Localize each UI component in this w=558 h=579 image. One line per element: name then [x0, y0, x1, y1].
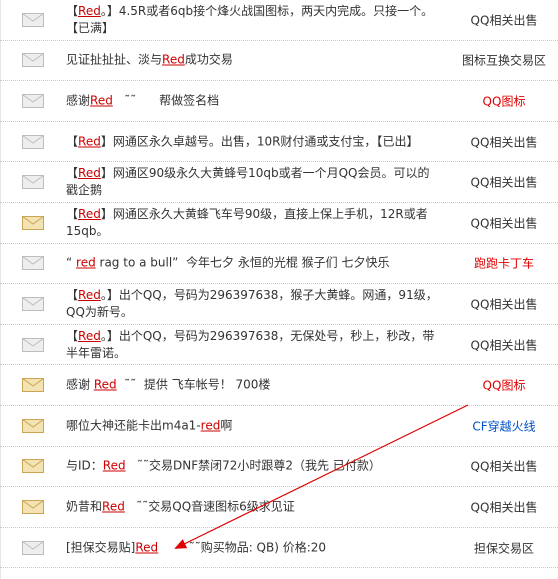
- title-text: 成功交易: [184, 52, 233, 67]
- thread-title[interactable]: 【Red】网通区永久大黄蜂飞车号90级，直接上保上手机，12R或者15qb。: [66, 206, 438, 240]
- thread-title[interactable]: 与ID：Red ˜˜交易DNF禁闭72小时跟尊2（我先 已付款）: [66, 458, 438, 475]
- thread-row[interactable]: 感谢 Red ˜˜ 提供 飞车帐号！ 700楼 QQ图标: [0, 365, 558, 406]
- envelope-icon: [22, 256, 44, 271]
- title-text: 奶昔和: [66, 499, 103, 514]
- thread-row[interactable]: 【Red】网通区永久卓越号。出售，10R财付通或支付宝，【已出】 QQ相关出售: [0, 122, 558, 163]
- category-label[interactable]: QQ相关出售: [450, 336, 558, 353]
- thread-row[interactable]: “ red rag to a bull” 今年七夕 永恒的光棍 猴子们 七夕快乐…: [0, 244, 558, 285]
- thread-title[interactable]: 见证扯扯扯、淡与Red成功交易: [66, 52, 438, 69]
- envelope-icon: [22, 175, 44, 190]
- title-text: 与ID：: [66, 458, 103, 473]
- category-label[interactable]: 担保交易区: [450, 539, 558, 556]
- category-label[interactable]: QQ相关出售: [450, 174, 558, 191]
- thread-row[interactable]: 【Red】网通区永久大黄蜂飞车号90级，直接上保上手机，12R或者15qb。 QQ…: [0, 203, 558, 244]
- title-text: 感谢: [66, 93, 91, 108]
- thread-row[interactable]: 【Red。】出个QQ，号码为296397638，猴子大黄蜂。网通，91级，QQ为…: [0, 284, 558, 325]
- category-label[interactable]: 跑跑卡丁车: [450, 255, 558, 272]
- category-label[interactable]: QQ相关出售: [450, 498, 558, 515]
- thread-row[interactable]: 奶昔和Red ˜˜交易QQ音速图标6级求见证 QQ相关出售: [0, 487, 558, 528]
- title-text: ˜˜交易QQ音速图标6级求见证: [124, 499, 295, 514]
- title-text: 感谢: [66, 377, 94, 392]
- envelope-icon: [22, 53, 44, 68]
- envelope-icon: [22, 499, 44, 514]
- title-text: ˜˜购买物品: QB) 价格:20: [158, 540, 327, 555]
- thread-title[interactable]: 感谢Red ˜˜ 帮做签名档: [66, 92, 438, 109]
- user-link[interactable]: Red: [103, 459, 126, 473]
- envelope-icon: [22, 459, 44, 474]
- user-link[interactable]: Red: [102, 499, 125, 513]
- thread-title[interactable]: 【Red。】出个QQ，号码为296397638，猴子大黄蜂。网通，91级，QQ为…: [66, 287, 438, 321]
- title-text: ˜˜ 提供 飞车帐号！ 700楼: [116, 377, 271, 392]
- envelope-icon: [22, 337, 44, 352]
- envelope-icon: [22, 540, 44, 555]
- category-label[interactable]: CF穿越火线: [450, 417, 558, 434]
- thread-row[interactable]: 【Red。】4.5R或者6qb接个烽火战国图标，两天内完成。只接一个。【已满】 Q…: [0, 0, 558, 41]
- thread-row[interactable]: 【Red。】出个QQ，号码为296397638，无保处号，秒上，秒改，带半年雷诺…: [0, 325, 558, 366]
- title-text: 【: [66, 166, 79, 181]
- thread-row[interactable]: 与ID：Red ˜˜交易DNF禁闭72小时跟尊2（我先 已付款） QQ相关出售: [0, 447, 558, 488]
- user-link[interactable]: Red: [135, 540, 158, 554]
- envelope-icon: [22, 378, 44, 393]
- title-text: 。】4.5R或者6qb接个烽火战国图标，两天内完成。只接一个。【已满】: [66, 3, 434, 35]
- category-label[interactable]: QQ相关出售: [450, 214, 558, 231]
- thread-row[interactable]: 见证扯扯扯、淡与Red成功交易 图标互换交易区: [0, 41, 558, 82]
- thread-title[interactable]: 【Red】网通区90级永久大黄蜂号10qb或者一个月QQ会员。可以的戳企鹅: [66, 165, 438, 199]
- envelope-icon: [22, 134, 44, 149]
- title-text: 】网通区永久卓越号。出售，10R财付通或支付宝，【已出】: [100, 134, 419, 149]
- thread-row[interactable]: 哪位大神还能卡出m4a1-red啊 CF穿越火线: [0, 406, 558, 447]
- user-link[interactable]: Red: [90, 93, 113, 107]
- envelope-icon: [22, 296, 44, 311]
- title-text: 【: [66, 287, 79, 302]
- envelope-icon: [22, 12, 44, 27]
- category-label[interactable]: QQ图标: [450, 377, 558, 394]
- thread-title[interactable]: 【Red。】出个QQ，号码为296397638，无保处号，秒上，秒改，带半年雷诺…: [66, 328, 438, 362]
- title-text: 【: [66, 206, 79, 221]
- user-link[interactable]: Red: [78, 166, 101, 180]
- title-text: ˜˜交易DNF禁闭72小时跟尊2（我先 已付款）: [125, 458, 381, 473]
- user-link[interactable]: Red: [78, 329, 101, 343]
- title-text: “: [66, 255, 77, 270]
- title-text: 】网通区永久大黄蜂飞车号90级，直接上保上手机，12R或者15qb。: [66, 206, 428, 238]
- title-text: 。】出个QQ，号码为296397638，无保处号，秒上，秒改，带半年雷诺。: [66, 328, 435, 360]
- user-link[interactable]: Red: [94, 378, 117, 392]
- title-text: 【: [66, 3, 79, 18]
- user-link[interactable]: Red: [78, 207, 101, 221]
- thread-title[interactable]: 奶昔和Red ˜˜交易QQ音速图标6级求见证: [66, 498, 438, 515]
- envelope-icon: [22, 93, 44, 108]
- envelope-icon: [22, 418, 44, 433]
- category-label[interactable]: QQ图标: [450, 92, 558, 109]
- user-link[interactable]: red: [201, 418, 221, 432]
- category-label[interactable]: QQ相关出售: [450, 133, 558, 150]
- title-text: rag to a bull” 今年七夕 永恒的光棍 猴子们 七夕快乐: [95, 255, 390, 270]
- thread-list: 【Red。】4.5R或者6qb接个烽火战国图标，两天内完成。只接一个。【已满】 Q…: [0, 0, 558, 569]
- user-link[interactable]: Red: [78, 4, 101, 18]
- thread-title[interactable]: “ red rag to a bull” 今年七夕 永恒的光棍 猴子们 七夕快乐: [66, 255, 438, 272]
- envelope-icon: [22, 215, 44, 230]
- user-link[interactable]: Red: [78, 134, 101, 148]
- title-text: 。】出个QQ，号码为296397638，猴子大黄蜂。网通，91级，QQ为新号。: [66, 287, 438, 319]
- title-text: ˜˜ 帮做签名档: [112, 93, 220, 108]
- user-link[interactable]: Red: [78, 288, 101, 302]
- title-text: 【: [66, 328, 79, 343]
- thread-title[interactable]: 哪位大神还能卡出m4a1-red啊: [66, 417, 438, 434]
- thread-title[interactable]: 感谢 Red ˜˜ 提供 飞车帐号！ 700楼: [66, 377, 438, 394]
- thread-row[interactable]: 感谢Red ˜˜ 帮做签名档 QQ图标: [0, 81, 558, 122]
- category-label[interactable]: QQ相关出售: [450, 458, 558, 475]
- title-text: 啊: [220, 418, 233, 433]
- title-text: 见证扯扯扯、淡与: [66, 52, 163, 67]
- title-text: [担保交易贴]: [66, 540, 136, 555]
- thread-title[interactable]: 【Red】网通区永久卓越号。出售，10R财付通或支付宝，【已出】: [66, 133, 438, 150]
- user-link[interactable]: Red: [162, 53, 185, 67]
- thread-title[interactable]: [担保交易贴]Red ˜˜购买物品: QB) 价格:20: [66, 539, 438, 556]
- category-label[interactable]: QQ相关出售: [450, 11, 558, 28]
- title-text: 【: [66, 134, 79, 149]
- title-text: 哪位大神还能卡出m4a1-: [66, 418, 201, 433]
- title-text: 】网通区90级永久大黄蜂号10qb或者一个月QQ会员。可以的戳企鹅: [66, 166, 430, 198]
- thread-title[interactable]: 【Red。】4.5R或者6qb接个烽火战国图标，两天内完成。只接一个。【已满】: [66, 3, 438, 37]
- thread-row[interactable]: [担保交易贴]Red ˜˜购买物品: QB) 价格:20 担保交易区: [0, 528, 558, 569]
- user-link[interactable]: red: [76, 256, 96, 270]
- category-label[interactable]: QQ相关出售: [450, 295, 558, 312]
- thread-row[interactable]: 【Red】网通区90级永久大黄蜂号10qb或者一个月QQ会员。可以的戳企鹅 QQ相…: [0, 162, 558, 203]
- category-label[interactable]: 图标互换交易区: [450, 52, 558, 69]
